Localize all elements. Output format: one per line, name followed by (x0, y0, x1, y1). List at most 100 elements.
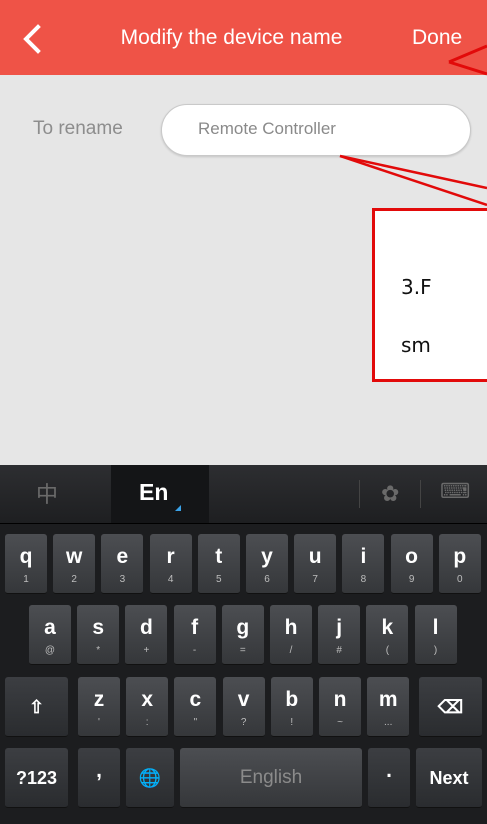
key-label: g (236, 616, 250, 639)
key-label: j (336, 616, 343, 639)
tab-chinese[interactable]: 中 (36, 477, 58, 509)
key-label: English (239, 767, 303, 788)
key-secondary-label: - (192, 645, 197, 656)
key-label: t (215, 545, 223, 568)
key-label: w (66, 545, 83, 568)
next-key[interactable]: Next (416, 748, 482, 808)
key-label: c (189, 688, 202, 711)
key-label: ?123 (15, 768, 58, 788)
key-label: p (453, 545, 467, 568)
key-d[interactable]: d + (125, 605, 168, 665)
key-r[interactable]: r4 (149, 534, 192, 594)
key-label: d (139, 616, 153, 639)
shift-key[interactable]: ⇧ (5, 677, 68, 737)
key-n[interactable]: n ~ (319, 677, 361, 737)
key-label: , (96, 759, 102, 782)
key-x[interactable]: x: (126, 677, 169, 737)
key-b[interactable]: b! (270, 677, 313, 737)
key-secondary-label: 0 (457, 574, 463, 585)
key-j[interactable]: j # (318, 605, 361, 665)
key-u[interactable]: u7 (294, 534, 337, 594)
key-label: s (92, 616, 105, 639)
tab-english-label: En (139, 479, 169, 505)
key-label: Next (429, 768, 469, 788)
key-label: v (237, 688, 250, 711)
key-c[interactable]: c " (174, 677, 217, 737)
keyboard-icon[interactable]: ⌨ (440, 479, 470, 504)
key-label: ⌫ (437, 697, 464, 717)
key-secondary-label: + (143, 645, 150, 656)
key-label: f (191, 616, 199, 639)
key-label: 🌐 (138, 768, 162, 788)
annotation-callout: 3.F sm (372, 208, 487, 382)
key-secondary-label: / (289, 645, 293, 656)
key-label: u (308, 545, 322, 568)
tab-english[interactable]: En (111, 465, 209, 523)
soft-keyboard: 中 En ✿ ⌨ q 1 w 2 e 3 r 4 t 5 y 6 u 7 i 8 o 9 p 0 a @ s * d + f - g = h… (0, 465, 487, 824)
key-label: ⇧ (28, 697, 45, 717)
key-w[interactable]: w2 (53, 534, 96, 594)
key-m[interactable]: m... (367, 677, 410, 737)
symbols-key[interactable]: ?123 (5, 748, 68, 808)
key-label: h (284, 616, 298, 639)
globe-key[interactable]: 🌐 (126, 748, 174, 808)
key-secondary-label: 8 (360, 574, 367, 585)
key-label: . (386, 759, 392, 782)
comma-key[interactable]: , (78, 748, 120, 808)
key-g[interactable]: g = (221, 605, 264, 665)
key-secondary-label: @ (44, 645, 56, 656)
key-label: z (93, 688, 105, 711)
key-p[interactable]: p0 (438, 534, 481, 594)
key-v[interactable]: v? (222, 677, 265, 737)
key-label: m (378, 688, 398, 711)
key-label: l (432, 616, 439, 639)
callout-text-line2: sm (401, 333, 431, 357)
key-secondary-label: " (193, 717, 198, 728)
key-o[interactable]: o9 (390, 534, 433, 594)
key-t[interactable]: t5 (197, 534, 240, 594)
toolbar-divider (420, 480, 421, 508)
key-secondary-label: * (96, 645, 101, 656)
key-e[interactable]: e3 (101, 534, 144, 594)
key-secondary-label: = (239, 645, 246, 656)
key-label: q (19, 545, 33, 568)
key-s[interactable]: s * (77, 605, 120, 665)
key-k[interactable]: k( (366, 605, 409, 665)
key-label: a (44, 616, 56, 639)
period-key[interactable]: . (368, 748, 410, 808)
key-label: y (261, 545, 273, 568)
key-secondary-label: 4 (167, 574, 174, 585)
key-label: x (141, 688, 154, 711)
key-secondary-label: 7 (312, 574, 318, 585)
key-label: i (360, 545, 367, 568)
backspace-key[interactable]: ⌫ (419, 677, 482, 737)
key-secondary-label: 6 (264, 574, 270, 585)
key-label: b (285, 688, 299, 711)
key-l[interactable]: l) (414, 605, 457, 665)
key-secondary-label: 3 (119, 574, 126, 585)
key-i[interactable]: i8 (342, 534, 385, 594)
key-secondary-label: ' (98, 717, 100, 728)
key-label: k (381, 616, 394, 639)
key-label: r (166, 545, 175, 568)
keyboard-toolbar: 中 En ✿ ⌨ (0, 465, 487, 524)
key-a[interactable]: a @ (29, 605, 71, 665)
key-h[interactable]: h / (270, 605, 312, 665)
key-secondary-label: ) (433, 645, 438, 656)
key-secondary-label: 5 (216, 574, 222, 585)
key-f[interactable]: f- (173, 605, 216, 665)
key-label: n (333, 688, 347, 711)
key-secondary-label: ( (385, 645, 390, 656)
key-secondary-label: : (145, 717, 149, 728)
key-secondary-label: ~ (337, 717, 343, 728)
gear-icon[interactable]: ✿ (381, 481, 399, 507)
tab-active-indicator (175, 505, 181, 511)
key-secondary-label: 1 (23, 574, 29, 585)
key-q[interactable]: q1 (5, 534, 47, 594)
key-label: e (116, 545, 129, 568)
key-secondary-label: # (336, 645, 342, 656)
key-secondary-label: ... (384, 717, 393, 728)
space-key[interactable]: English (180, 748, 362, 808)
key-y[interactable]: y6 (246, 534, 288, 594)
key-z[interactable]: z ' (78, 677, 120, 737)
